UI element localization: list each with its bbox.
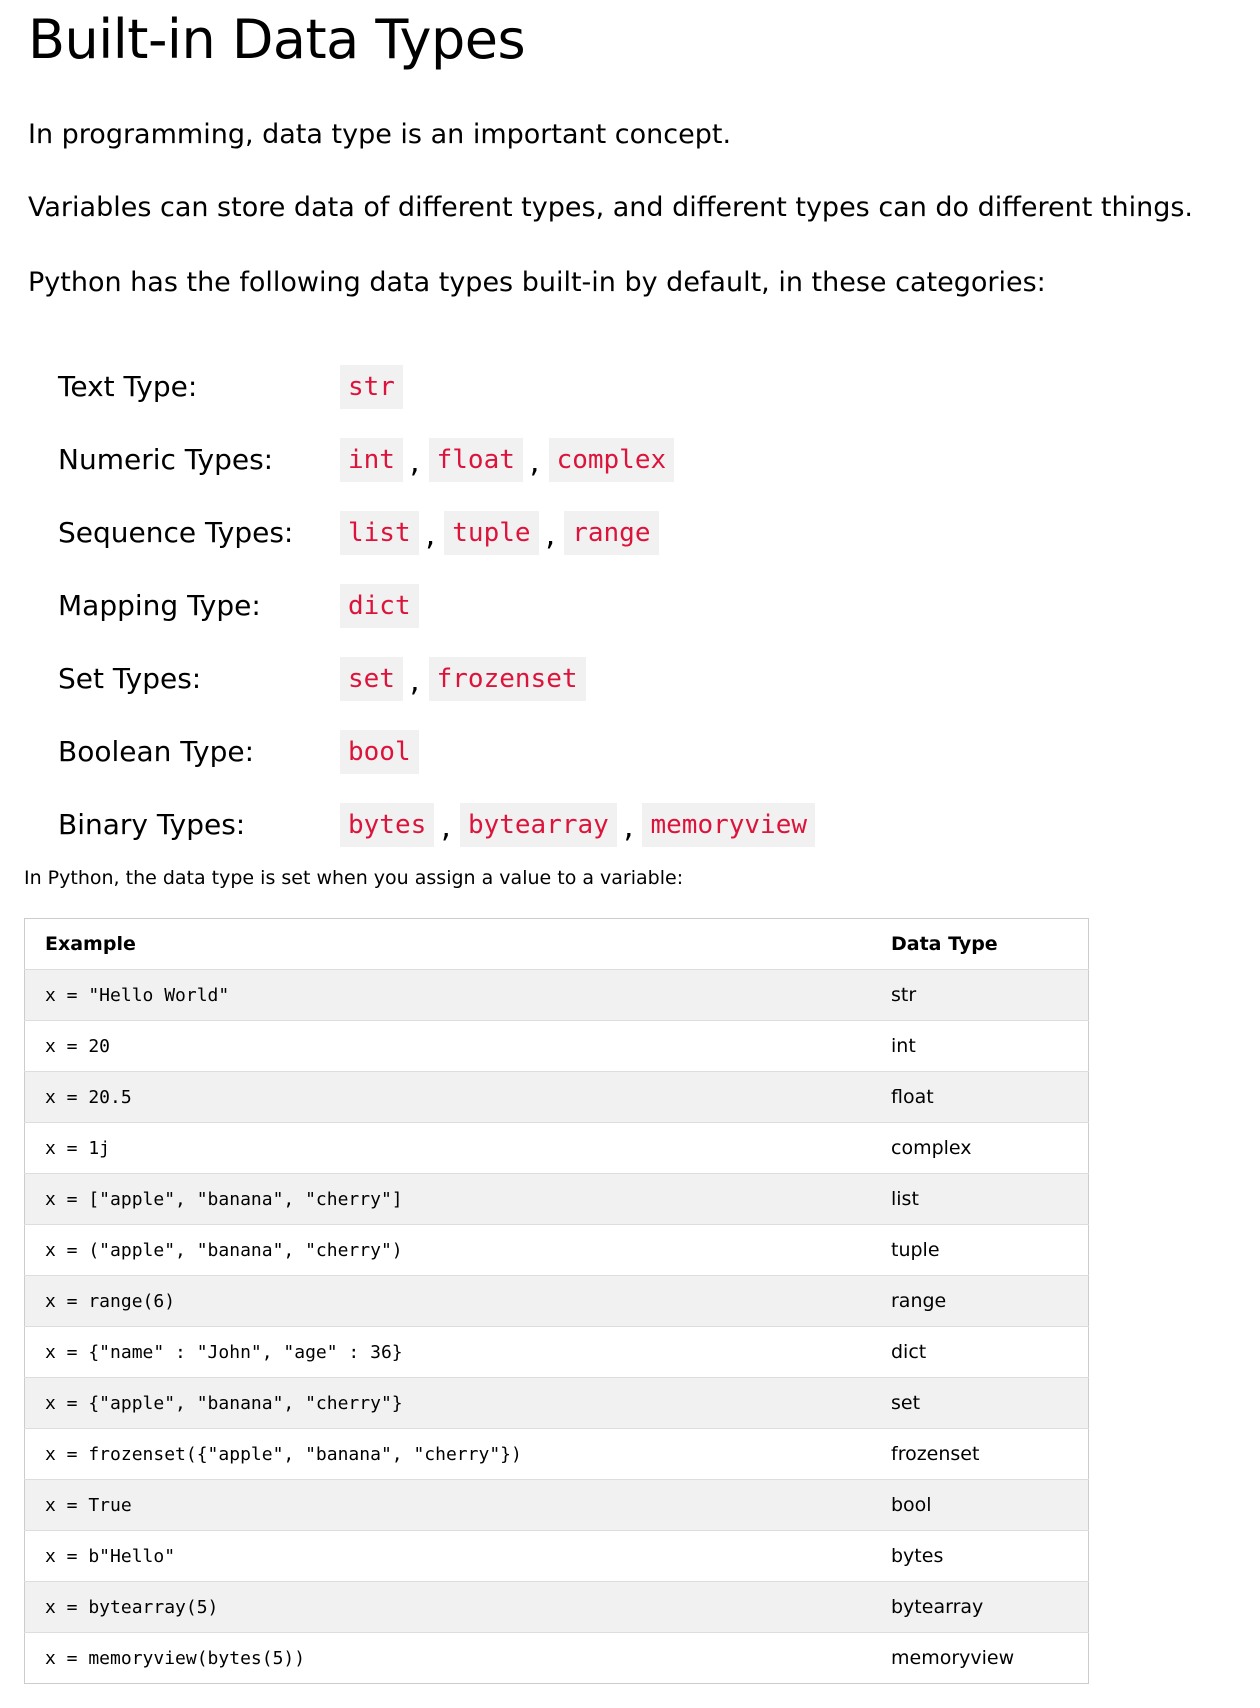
comma-separator: ,	[422, 521, 439, 552]
page-title: Built-in Data Types	[28, 8, 526, 71]
category-row: Binary Types: bytes, bytearray, memoryview	[58, 788, 816, 861]
table-row: x = "Hello World" str	[24, 969, 1089, 1021]
category-types: dict	[340, 583, 419, 628]
table-row: x = {"apple", "banana", "cherry"} set	[24, 1377, 1089, 1429]
type-keyword: dict	[340, 583, 419, 628]
type-keyword: set	[340, 656, 403, 701]
type-keyword: bool	[340, 729, 419, 774]
data-type-cell: float	[871, 1071, 1089, 1123]
type-keyword: int	[340, 437, 403, 482]
table-row: x = {"name" : "John", "age" : 36} dict	[24, 1326, 1089, 1378]
type-keyword: memoryview	[642, 802, 816, 847]
category-label: Sequence Types:	[58, 515, 294, 549]
comma-separator: ,	[406, 448, 423, 479]
page: Built-in Data Types In programming, data…	[0, 0, 1260, 1708]
table-row: x = bytearray(5) bytearray	[24, 1581, 1089, 1633]
category-row: Text Type: str	[58, 350, 815, 423]
example-code: x = {"apple", "banana", "cherry"}	[24, 1377, 871, 1429]
table-row: x = b"Hello" bytes	[24, 1530, 1089, 1582]
data-type-cell: memoryview	[871, 1632, 1089, 1684]
data-type-cell: tuple	[871, 1224, 1089, 1276]
category-label: Set Types:	[58, 661, 202, 695]
category-label: Binary Types:	[58, 807, 246, 841]
comma-separator: ,	[620, 813, 637, 844]
category-label: Mapping Type:	[58, 588, 261, 622]
category-types: set, frozenset	[340, 656, 586, 701]
data-type-cell: range	[871, 1275, 1089, 1327]
table-row: x = 20 int	[24, 1020, 1089, 1072]
example-code: x = {"name" : "John", "age" : 36}	[24, 1326, 871, 1378]
data-type-examples-table: Example Data Type x = "Hello World" str x …	[24, 918, 1089, 1684]
category-types: list, tuple, range	[340, 510, 659, 555]
table-row: x = memoryview(bytes(5)) memoryview	[24, 1632, 1089, 1684]
data-type-cell: frozenset	[871, 1428, 1089, 1480]
data-type-cell: bytes	[871, 1530, 1089, 1582]
type-keyword: str	[340, 364, 403, 409]
data-type-cell: complex	[871, 1122, 1089, 1174]
category-row: Mapping Type: dict	[58, 569, 815, 642]
table-row: x = frozenset({"apple", "banana", "cherr…	[24, 1428, 1089, 1480]
intro-paragraph-1: In programming, data type is an importan…	[28, 119, 732, 150]
example-code: x = ["apple", "banana", "cherry"]	[24, 1173, 871, 1225]
example-code: x = "Hello World"	[24, 969, 871, 1021]
example-code: x = 20.5	[24, 1071, 871, 1123]
table-row: x = 20.5 float	[24, 1071, 1089, 1123]
comma-separator: ,	[438, 813, 454, 844]
assignment-note: In Python, the data type is set when you…	[24, 867, 684, 889]
category-label: Numeric Types:	[58, 442, 274, 476]
example-code: x = frozenset({"apple", "banana", "cherr…	[24, 1428, 871, 1480]
example-code: x = range(6)	[24, 1275, 871, 1327]
example-code: x = memoryview(bytes(5))	[24, 1632, 871, 1684]
intro-paragraph-3: Python has the following data types buil…	[28, 267, 1046, 298]
category-row: Sequence Types: list, tuple, range	[58, 496, 815, 569]
data-type-categories: Text Type: str Numeric Types: int, float, com…	[58, 350, 816, 861]
data-type-cell: str	[871, 969, 1089, 1021]
category-types: str	[340, 364, 403, 409]
category-label: Boolean Type:	[58, 734, 255, 768]
type-keyword: tuple	[444, 510, 539, 555]
type-keyword: list	[340, 510, 419, 555]
comma-separator: ,	[406, 667, 423, 698]
category-types: bytes, bytearray, memoryview	[340, 802, 816, 847]
table-row: x = ("apple", "banana", "cherry") tuple	[24, 1224, 1089, 1276]
table-header-row: Example Data Type	[24, 918, 1089, 970]
comma-separator: ,	[526, 448, 543, 479]
category-row: Set Types: set, frozenset	[58, 642, 815, 715]
example-code: x = True	[24, 1479, 871, 1531]
header-data-type: Data Type	[871, 918, 1089, 970]
type-keyword: float	[428, 437, 523, 482]
comma-separator: ,	[542, 521, 559, 552]
data-type-cell: list	[871, 1173, 1089, 1225]
table-row: x = 1j complex	[24, 1122, 1089, 1174]
category-types: int, float, complex	[340, 437, 675, 482]
data-type-cell: int	[871, 1020, 1089, 1072]
example-code: x = bytearray(5)	[24, 1581, 871, 1633]
type-keyword: bytearray	[459, 802, 617, 847]
example-code: x = 20	[24, 1020, 871, 1072]
type-keyword: range	[564, 510, 659, 555]
data-type-cell: bytearray	[871, 1581, 1089, 1633]
data-type-cell: dict	[871, 1326, 1089, 1378]
example-code: x = 1j	[24, 1122, 871, 1174]
example-code: x = b"Hello"	[24, 1530, 871, 1582]
category-label: Text Type:	[58, 369, 198, 403]
table-row: x = ["apple", "banana", "cherry"] list	[24, 1173, 1089, 1225]
data-type-cell: set	[871, 1377, 1089, 1429]
type-keyword: bytes	[340, 802, 435, 847]
header-example: Example	[24, 918, 871, 970]
intro-paragraph-2: Variables can store data of different ty…	[28, 192, 1194, 223]
category-types: bool	[340, 729, 419, 774]
data-type-cell: bool	[871, 1479, 1089, 1531]
type-keyword: frozenset	[428, 656, 586, 701]
type-keyword: complex	[548, 437, 675, 482]
example-code: x = ("apple", "banana", "cherry")	[24, 1224, 871, 1276]
table-row: x = True bool	[24, 1479, 1089, 1531]
table-body: x = "Hello World" str x = 20 int x = 20.5 flo…	[24, 969, 1089, 1684]
category-row: Numeric Types: int, float, complex	[58, 423, 815, 496]
category-row: Boolean Type: bool	[58, 715, 815, 788]
table-row: x = range(6) range	[24, 1275, 1089, 1327]
